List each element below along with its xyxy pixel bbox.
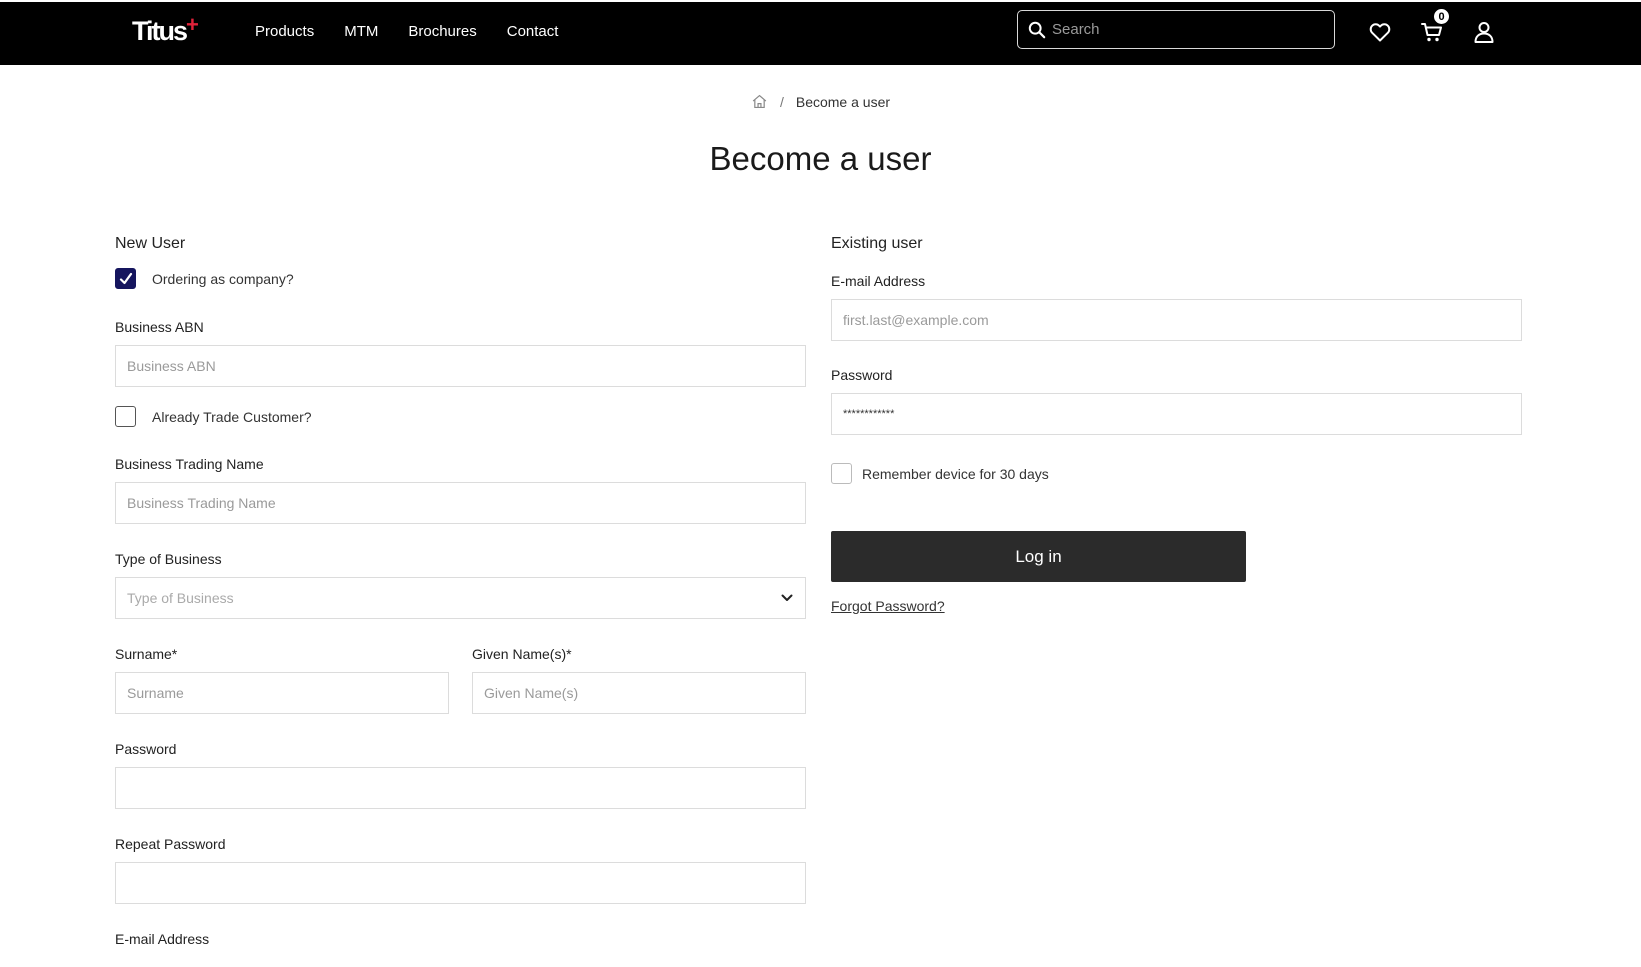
existing-user-title: Existing user xyxy=(831,235,923,252)
login-password-input[interactable] xyxy=(831,393,1522,435)
type-of-business-label: Type of Business xyxy=(115,551,222,567)
top-navigation-bar: Titus+ Products MTM Brochures Contact 0 xyxy=(0,2,1641,65)
login-button[interactable]: Log in xyxy=(831,531,1246,582)
business-abn-input[interactable] xyxy=(115,345,806,387)
chevron-down-icon xyxy=(781,594,793,601)
home-icon[interactable] xyxy=(751,93,768,110)
already-trade-label: Already Trade Customer? xyxy=(152,408,312,425)
page-title: Become a user xyxy=(709,140,932,177)
password-label: Password xyxy=(115,741,177,757)
login-email-label: E-mail Address xyxy=(831,273,926,289)
already-trade-row: Already Trade Customer? xyxy=(115,406,806,427)
password-input[interactable] xyxy=(115,767,806,809)
remember-device-label: Remember device for 30 days xyxy=(862,465,1049,482)
breadcrumb-current: Become a user xyxy=(795,93,891,110)
trading-name-input[interactable] xyxy=(115,482,806,524)
nav-brochures[interactable]: Brochures xyxy=(408,23,476,40)
repeat-password-input[interactable] xyxy=(115,862,806,904)
ordering-as-company-label: Ordering as company? xyxy=(152,270,294,287)
search-input[interactable] xyxy=(1052,21,1312,38)
name-row: Surname* Given Name(s)* xyxy=(115,646,806,714)
logo-text[interactable]: Titus xyxy=(132,16,188,46)
business-abn-label: Business ABN xyxy=(115,319,204,335)
already-trade-checkbox[interactable] xyxy=(115,406,136,427)
heart-icon[interactable] xyxy=(1368,20,1392,44)
titus-logo[interactable]: Titus+ xyxy=(132,12,199,47)
user-icon[interactable] xyxy=(1472,20,1496,44)
surname-label: Surname* xyxy=(115,646,178,662)
nav-mtm[interactable]: MTM xyxy=(344,23,378,40)
new-user-form: New User Ordering as company? Business A… xyxy=(115,235,806,957)
breadcrumb-separator: / xyxy=(779,93,784,110)
search-icon[interactable] xyxy=(1028,21,1046,39)
login-password-label: Password xyxy=(831,367,893,383)
given-names-label: Given Name(s)* xyxy=(472,646,572,662)
type-of-business-placeholder: Type of Business xyxy=(127,590,234,606)
nav-contact[interactable]: Contact xyxy=(507,23,559,40)
repeat-password-label: Repeat Password xyxy=(115,836,226,852)
ordering-as-company-row: Ordering as company? xyxy=(115,268,806,289)
given-names-group: Given Name(s)* xyxy=(472,646,806,714)
breadcrumb: / Become a user xyxy=(0,93,1641,110)
nav-products[interactable]: Products xyxy=(255,23,314,40)
remember-device-checkbox[interactable] xyxy=(831,463,852,484)
remember-device-row: Remember device for 30 days xyxy=(831,463,1522,484)
search-box[interactable] xyxy=(1017,10,1335,49)
new-user-email-label: E-mail Address xyxy=(115,931,210,947)
login-email-input[interactable] xyxy=(831,299,1522,341)
cart-count-badge: 0 xyxy=(1433,8,1450,25)
checkmark-icon xyxy=(119,272,132,284)
surname-group: Surname* xyxy=(115,646,449,714)
main-nav: Products MTM Brochures Contact xyxy=(255,23,588,40)
surname-input[interactable] xyxy=(115,672,449,714)
new-user-title: New User xyxy=(115,235,186,252)
existing-user-form: Existing user E-mail Address Password Re… xyxy=(831,235,1522,616)
logo-plus-mark: + xyxy=(186,12,199,37)
trading-name-label: Business Trading Name xyxy=(115,456,264,472)
given-names-input[interactable] xyxy=(472,672,806,714)
forgot-password-link[interactable]: Forgot Password? xyxy=(831,598,945,614)
type-of-business-select[interactable]: Type of Business xyxy=(115,577,806,619)
ordering-as-company-checkbox[interactable] xyxy=(115,268,136,289)
